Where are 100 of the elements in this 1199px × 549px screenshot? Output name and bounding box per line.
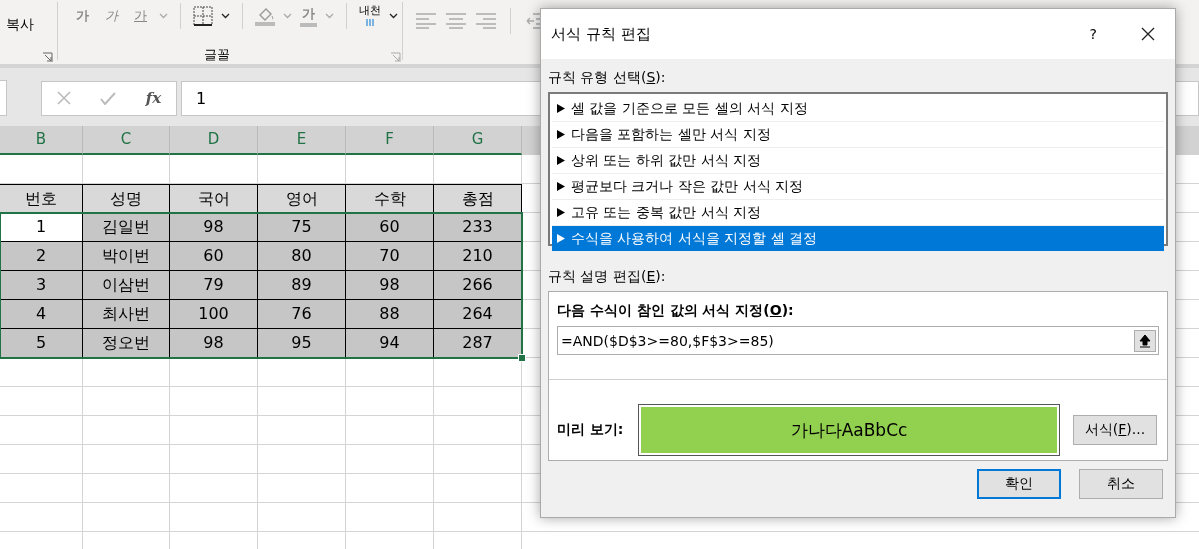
table-cell[interactable]: 80 [258, 242, 346, 271]
empty-cell[interactable] [83, 503, 170, 532]
table-cell[interactable]: 김일번 [83, 213, 170, 242]
fill-handle[interactable] [518, 354, 526, 362]
table-cell[interactable]: 4 [0, 300, 83, 329]
empty-cell[interactable] [258, 445, 346, 474]
empty-cell[interactable] [346, 445, 434, 474]
empty-cell[interactable] [170, 474, 258, 503]
insert-function-button[interactable]: fx [145, 89, 162, 107]
table-cell[interactable]: 75 [258, 213, 346, 242]
table-cell[interactable]: 287 [434, 329, 522, 358]
ok-button[interactable]: 확인 [977, 469, 1061, 499]
empty-cell[interactable] [83, 445, 170, 474]
empty-cell[interactable] [0, 387, 83, 416]
rule-type-item[interactable]: 다음을 포함하는 셀만 서식 지정 [552, 122, 1164, 148]
table-cell[interactable]: 60 [346, 213, 434, 242]
table-cell[interactable]: 98 [170, 213, 258, 242]
empty-cell[interactable] [258, 503, 346, 532]
caret-icon[interactable] [389, 13, 398, 19]
table-cell[interactable]: 210 [434, 242, 522, 271]
table-cell[interactable]: 94 [346, 329, 434, 358]
empty-cell[interactable] [346, 416, 434, 445]
border-icon[interactable] [193, 6, 213, 26]
empty-cell[interactable] [434, 416, 522, 445]
empty-cell[interactable] [170, 445, 258, 474]
help-button[interactable]: ? [1089, 26, 1097, 42]
table-cell[interactable]: 박이번 [83, 242, 170, 271]
table-cell[interactable]: 95 [258, 329, 346, 358]
copy-label[interactable]: 복사 [6, 16, 34, 34]
table-cell[interactable]: 88 [346, 300, 434, 329]
cancel-button[interactable]: 취소 [1079, 469, 1163, 499]
empty-cell[interactable] [0, 445, 83, 474]
table-cell[interactable]: 98 [170, 329, 258, 358]
empty-cell[interactable] [0, 416, 83, 445]
empty-cell[interactable] [0, 358, 83, 387]
table-cell[interactable]: 5 [0, 329, 83, 358]
table-cell[interactable]: 2 [0, 242, 83, 271]
empty-cell[interactable] [83, 416, 170, 445]
phonetic-guide-label[interactable]: 내천 [359, 3, 381, 18]
empty-cell[interactable] [434, 474, 522, 503]
empty-cell[interactable] [346, 474, 434, 503]
empty-cell[interactable] [258, 358, 346, 387]
empty-cell[interactable] [0, 474, 83, 503]
rule-type-item[interactable]: 상위 또는 하위 값만 서식 지정 [552, 148, 1164, 174]
column-header[interactable]: G [434, 126, 522, 155]
align-right-icon[interactable] [476, 13, 496, 29]
table-cell[interactable]: 100 [170, 300, 258, 329]
table-cell[interactable]: 1 [0, 213, 83, 242]
checkmark-icon[interactable] [100, 91, 117, 105]
align-left-icon[interactable] [416, 13, 436, 29]
empty-cell[interactable] [434, 387, 522, 416]
table-cell[interactable]: 3 [0, 271, 83, 300]
collapse-dialog-icon[interactable] [1134, 329, 1156, 352]
caret-icon[interactable] [221, 13, 230, 19]
column-header[interactable]: D [170, 126, 258, 155]
triangle-icon [557, 182, 565, 191]
format-button[interactable]: 서식(F)... [1073, 415, 1157, 445]
column-header[interactable]: F [346, 126, 434, 155]
empty-cell[interactable] [346, 387, 434, 416]
cancel-icon[interactable] [56, 91, 71, 105]
empty-cell[interactable] [346, 358, 434, 387]
table-cell[interactable]: 89 [258, 271, 346, 300]
decrease-indent-icon[interactable] [525, 13, 543, 29]
table-cell[interactable]: 76 [258, 300, 346, 329]
table-cell[interactable]: 266 [434, 271, 522, 300]
close-icon[interactable] [1141, 27, 1155, 41]
empty-cell[interactable] [170, 503, 258, 532]
empty-cell[interactable] [83, 474, 170, 503]
empty-cell[interactable] [434, 503, 522, 532]
empty-cell[interactable] [258, 387, 346, 416]
table-cell[interactable]: 70 [346, 242, 434, 271]
column-header[interactable]: B [0, 126, 83, 155]
empty-cell[interactable] [170, 416, 258, 445]
empty-cell[interactable] [258, 474, 346, 503]
table-cell[interactable]: 최사번 [83, 300, 170, 329]
rule-type-item[interactable]: 셀 값을 기준으로 모든 셀의 서식 지정 [552, 96, 1164, 122]
empty-cell[interactable] [258, 416, 346, 445]
column-header[interactable]: E [258, 126, 346, 155]
fill-bucket-icon[interactable] [255, 6, 275, 26]
empty-cell[interactable] [434, 445, 522, 474]
empty-cell[interactable] [83, 387, 170, 416]
rule-type-item[interactable]: 평균보다 크거나 작은 값만 서식 지정 [552, 174, 1164, 200]
rule-type-item[interactable]: 수식을 사용하여 서식을 지정할 셀 결정 [552, 226, 1164, 252]
empty-cell[interactable] [170, 358, 258, 387]
triangle-icon [557, 104, 565, 113]
align-center-icon[interactable] [446, 13, 466, 29]
table-cell[interactable]: 이삼번 [83, 271, 170, 300]
table-cell[interactable]: 233 [434, 213, 522, 242]
empty-cell[interactable] [346, 503, 434, 532]
table-cell[interactable]: 정오번 [83, 329, 170, 358]
empty-cell[interactable] [83, 358, 170, 387]
dialog-launcher-icon[interactable] [42, 52, 53, 63]
name-box[interactable] [0, 80, 7, 116]
column-header[interactable]: C [83, 126, 170, 155]
empty-cell[interactable] [170, 387, 258, 416]
table-cell[interactable]: 98 [346, 271, 434, 300]
table-cell[interactable]: 60 [170, 242, 258, 271]
table-cell[interactable]: 264 [434, 300, 522, 329]
table-cell[interactable]: 79 [170, 271, 258, 300]
empty-cell[interactable] [0, 503, 83, 532]
